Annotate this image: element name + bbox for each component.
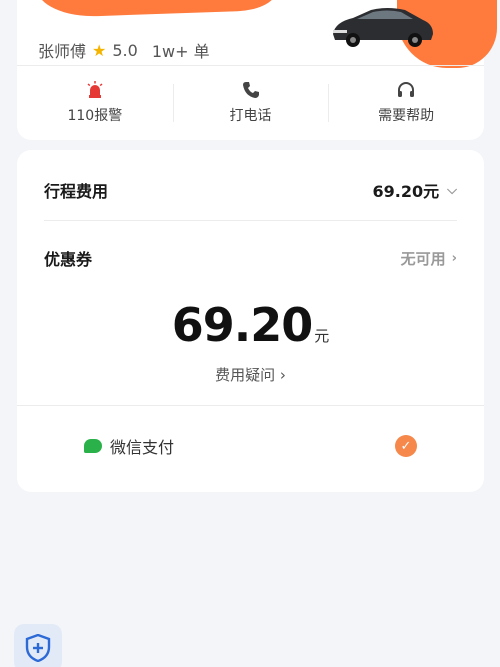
chevron-right-icon: › [451, 250, 457, 266]
phone-icon [242, 82, 259, 98]
alarm-icon [87, 81, 103, 98]
trip-fare-value: 69.20元 [372, 182, 440, 201]
safety-shield-button[interactable] [14, 624, 62, 667]
payment-method-label: 微信支付 [110, 438, 175, 457]
driver-rating: 5.0 [112, 40, 138, 60]
trip-fare-value-wrap: 69.20元 ⌵ [373, 178, 457, 202]
fare-card: 行程费用 69.20元 ⌵ 优惠券 无可用 › 69.20 元 费用疑问 › 微… [17, 150, 484, 492]
coupon-row[interactable]: 优惠券 无可用 › [44, 246, 457, 270]
call-button[interactable]: 打电话 [172, 66, 329, 140]
shield-plus-icon [25, 634, 51, 662]
action-row: 110报警 打电话 需要帮助 [17, 66, 484, 140]
driver-orders: 1w+ 单 [151, 42, 210, 61]
help-button[interactable]: 需要帮助 [328, 66, 484, 140]
coupon-label: 优惠券 [44, 250, 93, 269]
alarm-110-button[interactable]: 110报警 [17, 66, 173, 140]
total-unit: 元 [314, 327, 330, 345]
action-label: 需要帮助 [378, 108, 435, 124]
divider [17, 405, 484, 406]
chevron-down-icon: ⌵ [447, 182, 457, 198]
divider [44, 220, 457, 221]
total-amount: 69.20 [171, 298, 314, 352]
car-icon [333, 8, 433, 47]
payment-method: 微信支付 [84, 434, 174, 458]
headset-icon [398, 82, 415, 97]
payment-option-wechat[interactable]: 微信支付 ✓ [84, 433, 417, 459]
driver-info: 张师傅 ★ 5.0 1w+ 单 [38, 38, 210, 62]
redaction-scribble [36, 0, 278, 19]
check-icon[interactable]: ✓ [395, 435, 417, 457]
driver-name: 张师傅 [38, 42, 87, 61]
coupon-value-wrap: 无可用 › [401, 248, 457, 269]
action-label: 打电话 [229, 108, 272, 124]
fee-question-link[interactable]: 费用疑问 › [17, 364, 484, 385]
coupon-value: 无可用 [400, 249, 446, 268]
trip-fare-label: 行程费用 [44, 182, 109, 201]
wechat-pay-icon [84, 439, 102, 453]
trip-fare-row[interactable]: 行程费用 69.20元 ⌵ [44, 178, 457, 202]
action-label: 110报警 [67, 108, 123, 124]
total-fare: 69.20 元 [17, 298, 484, 352]
star-icon: ★ [92, 40, 107, 60]
